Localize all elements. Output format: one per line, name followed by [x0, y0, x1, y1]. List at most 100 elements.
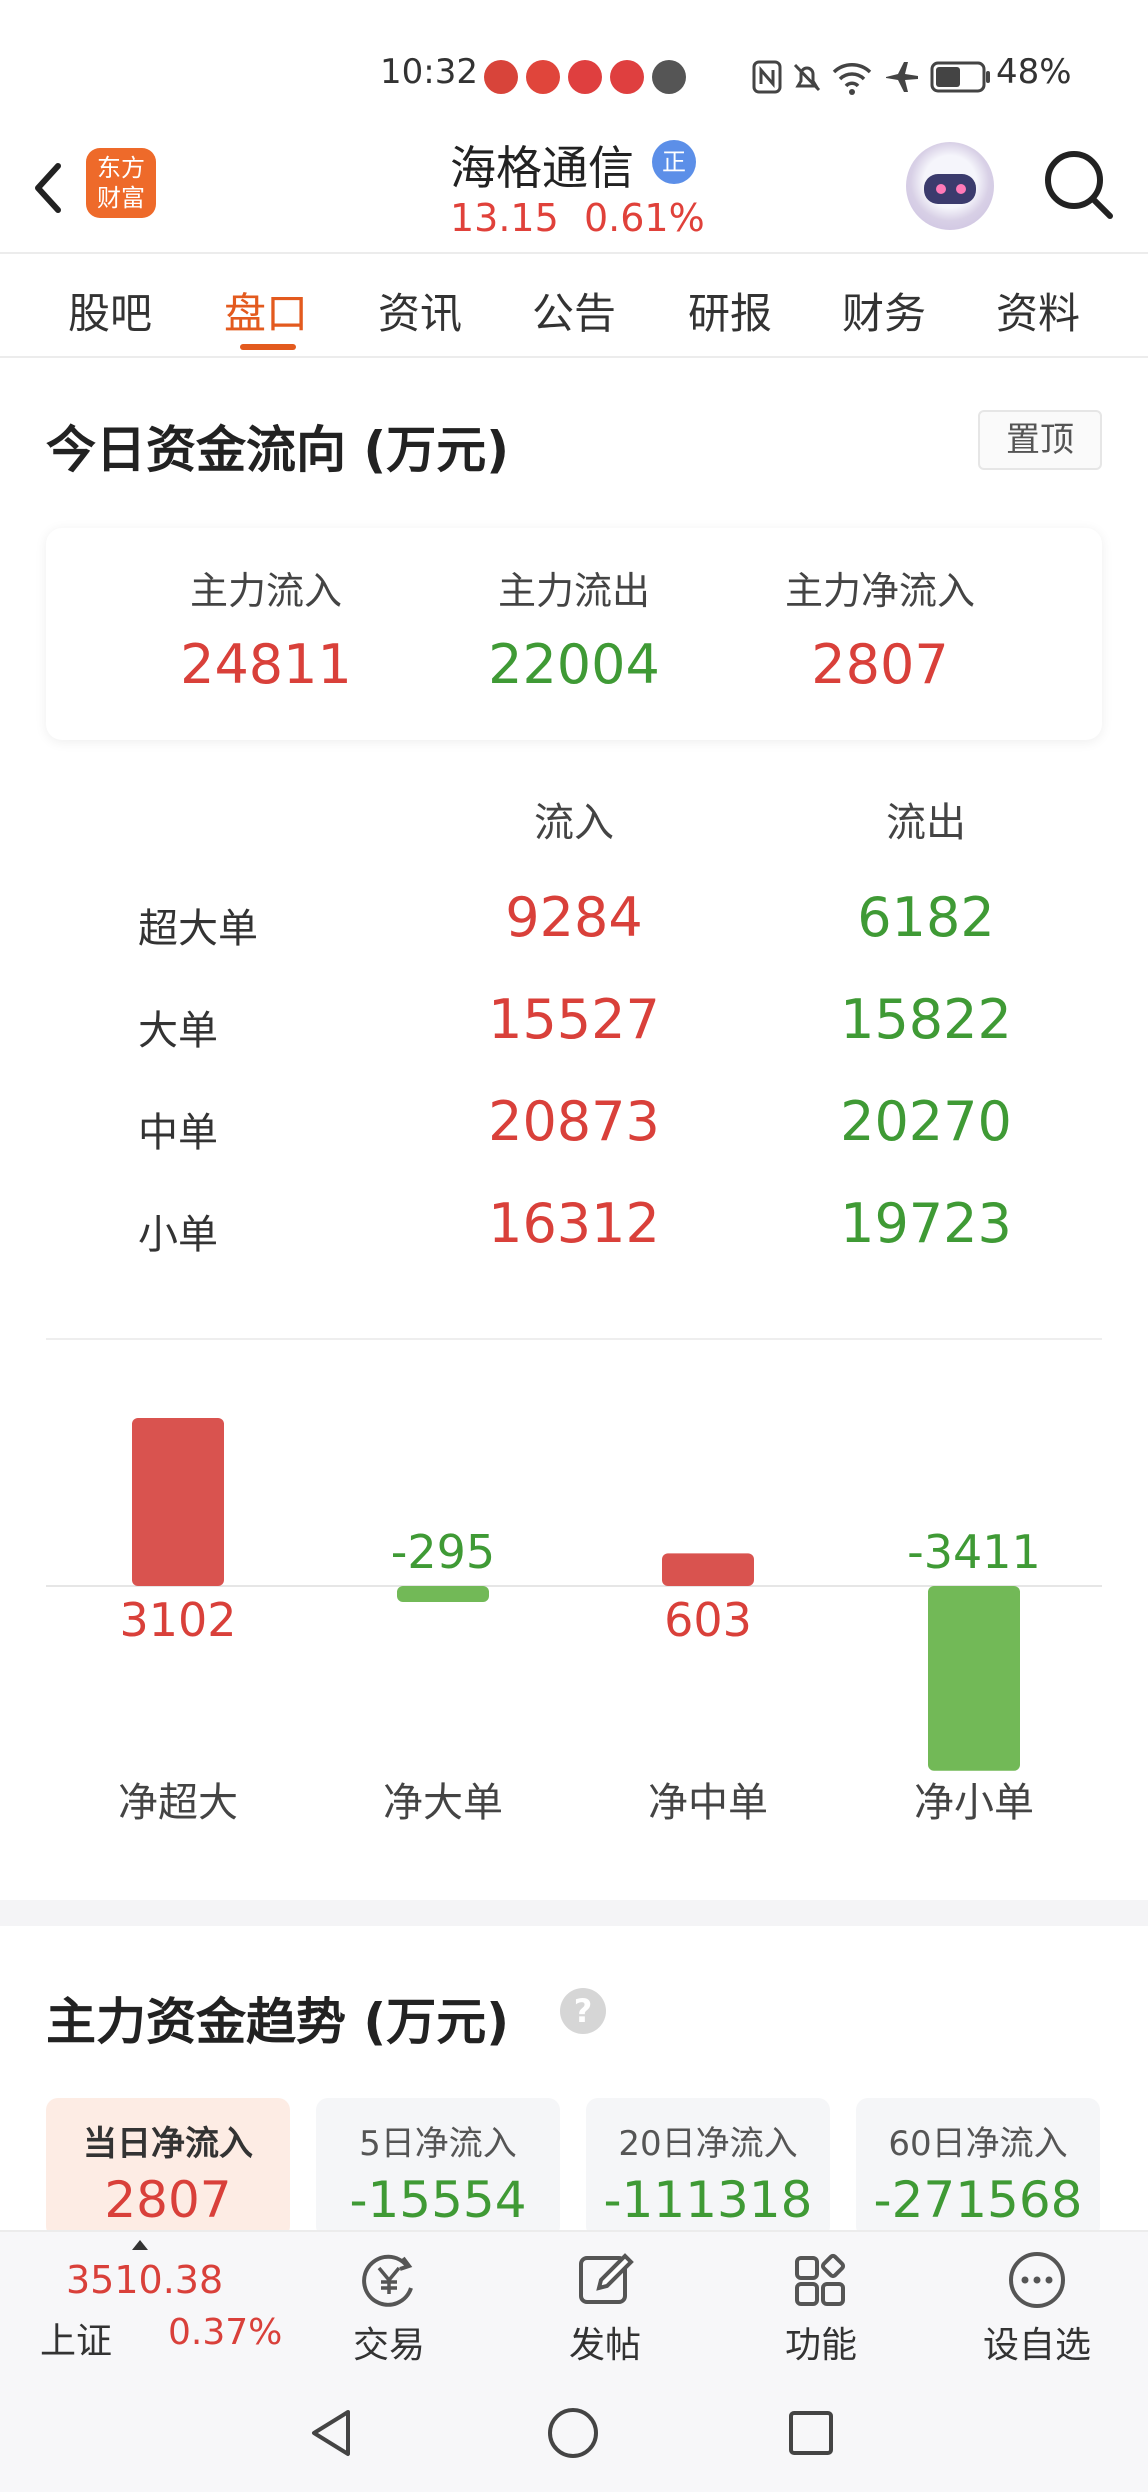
summary-outflow: 主力流出 22004 — [424, 560, 724, 696]
notification-app-icon — [484, 60, 518, 94]
trade-label: 交易 — [352, 2325, 425, 2366]
app-screen: { "status_bar": { "time": "10:32", "batt… — [0, 0, 1148, 2492]
back-arrow-icon[interactable] — [28, 158, 68, 218]
net-flow-bar — [397, 1586, 489, 1602]
bar-value-label: 3102 — [119, 1593, 236, 1647]
summary-label: 主力流出 — [497, 569, 650, 613]
battery-icon — [930, 61, 990, 93]
tab-profile[interactable]: 资料 — [978, 280, 1098, 341]
nav-back-icon[interactable] — [306, 2406, 356, 2460]
column-header-inflow: 流入 — [534, 800, 614, 846]
system-nav-bar — [0, 2370, 1148, 2492]
nav-home-icon[interactable] — [546, 2406, 600, 2460]
airplane-mode-icon — [886, 62, 918, 92]
row-label-large: 大单 — [138, 1008, 218, 1054]
tab-news[interactable]: 资讯 — [360, 280, 480, 341]
index-value[interactable]: 3510.38 — [66, 2258, 223, 2302]
stock-name[interactable]: 海格通信 — [450, 132, 634, 198]
bar-category-label: 净超大 — [118, 1780, 238, 1826]
net-flow-bar — [928, 1586, 1020, 1771]
active-tab-indicator — [240, 344, 296, 350]
tab-finance[interactable]: 财务 — [824, 280, 944, 341]
row-outflow-value: 6182 — [857, 886, 995, 949]
verified-badge: 正 — [652, 140, 696, 184]
notification-app-icon — [568, 60, 602, 94]
trend-card-value: -271568 — [873, 2171, 1083, 2229]
stock-price: 13.15 — [450, 196, 559, 240]
tab-announcements[interactable]: 公告 — [514, 280, 634, 341]
trend-card-60day[interactable]: 60日净流入 -271568 — [856, 2098, 1100, 2238]
summary-label: 主力流入 — [189, 569, 342, 613]
question-icon[interactable]: ? — [560, 1988, 606, 2034]
nav-recents-icon[interactable] — [786, 2408, 836, 2458]
status-bar: 10:32 48% — [0, 0, 1148, 120]
wifi-icon — [832, 63, 872, 95]
fund-flow-title: 今日资金流向 (万元) — [46, 421, 510, 479]
trend-card-today[interactable]: 当日净流入 2807 — [46, 2098, 290, 2238]
trend-card-value: 2807 — [104, 2171, 232, 2229]
trend-card-label: 60日净流入 — [888, 2124, 1068, 2164]
trend-card-20day[interactable]: 20日净流入 -111318 — [586, 2098, 830, 2238]
column-header-outflow: 流出 — [886, 800, 966, 846]
pin-to-top-button[interactable]: 置顶 — [978, 410, 1102, 470]
row-inflow-value: 15527 — [488, 988, 660, 1051]
summary-label: 主力净流入 — [784, 569, 975, 613]
nfc-icon — [752, 60, 782, 94]
main-force-summary-card: 主力流入 24811 主力流出 22004 主力净流入 2807 — [46, 528, 1102, 740]
index-change-pct[interactable]: 0.37% — [168, 2312, 282, 2353]
battery-percent: 48% — [996, 52, 1072, 92]
assistant-robot-avatar[interactable] — [906, 142, 994, 230]
trend-card-label: 当日净流入 — [83, 2124, 253, 2164]
functions-label: 功能 — [784, 2325, 857, 2366]
post-label: 发帖 — [568, 2325, 641, 2366]
tab-research[interactable]: 研报 — [670, 280, 790, 341]
tab-guba[interactable]: 股吧 — [50, 280, 170, 341]
trend-card-5day[interactable]: 5日净流入 -15554 — [316, 2098, 560, 2238]
bar-value-label: -3411 — [907, 1525, 1041, 1579]
caret-up-icon — [132, 2240, 148, 2250]
index-name[interactable]: 上证 — [40, 2312, 112, 2364]
trend-card-label: 20日净流入 — [618, 2124, 798, 2164]
net-flow-bar-chart: 3102 净超大 -295 净大单 603 净中单 -3411 净小单 — [46, 1418, 1102, 1826]
notification-app-icon — [526, 60, 560, 94]
add-watchlist-button[interactable]: 设自选 — [952, 2242, 1122, 2372]
row-label-super-large: 超大单 — [138, 906, 258, 952]
mute-bell-icon — [793, 63, 821, 92]
bar-category-label: 净小单 — [914, 1780, 1034, 1826]
notification-app-icon — [610, 60, 644, 94]
trade-button[interactable]: 交易 — [304, 2242, 474, 2372]
bar-category-label: 净中单 — [648, 1780, 768, 1826]
post-button[interactable]: 发帖 — [520, 2242, 690, 2372]
bottom-toolbar: 3510.38 上证 0.37% 交易 发帖 功能 设自选 — [0, 2230, 1148, 2370]
status-time: 10:32 — [380, 52, 478, 92]
bar-value-label: -295 — [391, 1525, 495, 1579]
trend-card-label: 5日净流入 — [359, 2124, 517, 2164]
functions-button[interactable]: 功能 — [736, 2242, 906, 2372]
logo-line-1: 东方 — [97, 154, 145, 182]
trade-yen-icon — [362, 2254, 413, 2307]
edit-post-icon — [579, 2253, 634, 2304]
more-dots-icon — [1009, 2252, 1065, 2308]
trend-card-value: -15554 — [349, 2171, 527, 2229]
row-outflow-value: 20270 — [840, 1090, 1012, 1153]
row-label-medium: 中单 — [138, 1110, 218, 1156]
add-watchlist-label: 设自选 — [982, 2325, 1091, 2366]
row-outflow-value: 19723 — [840, 1192, 1012, 1255]
row-outflow-value: 15822 — [840, 988, 1012, 1051]
bar-category-label: 净大单 — [383, 1780, 503, 1826]
tab-bar: 股吧 盘口 资讯 公告 研报 财务 资料 — [0, 252, 1148, 358]
stock-change-pct: 0.61% — [584, 196, 705, 240]
notification-app-icon — [652, 60, 686, 94]
summary-value: 2807 — [811, 633, 949, 696]
summary-net-inflow: 主力净流入 2807 — [730, 560, 1030, 696]
grid-functions-icon — [795, 2253, 846, 2306]
tab-pankou[interactable]: 盘口 — [206, 280, 326, 341]
section-gap — [0, 1900, 1148, 1926]
row-inflow-value: 20873 — [488, 1090, 660, 1153]
row-label-small: 小单 — [138, 1212, 218, 1258]
search-icon[interactable] — [1040, 146, 1116, 222]
trend-title: 主力资金趋势 (万元) — [46, 1993, 510, 2051]
eastmoney-logo[interactable]: 东方 财富 — [86, 148, 156, 218]
net-flow-bar — [132, 1418, 224, 1586]
logo-line-2: 财富 — [97, 184, 145, 212]
